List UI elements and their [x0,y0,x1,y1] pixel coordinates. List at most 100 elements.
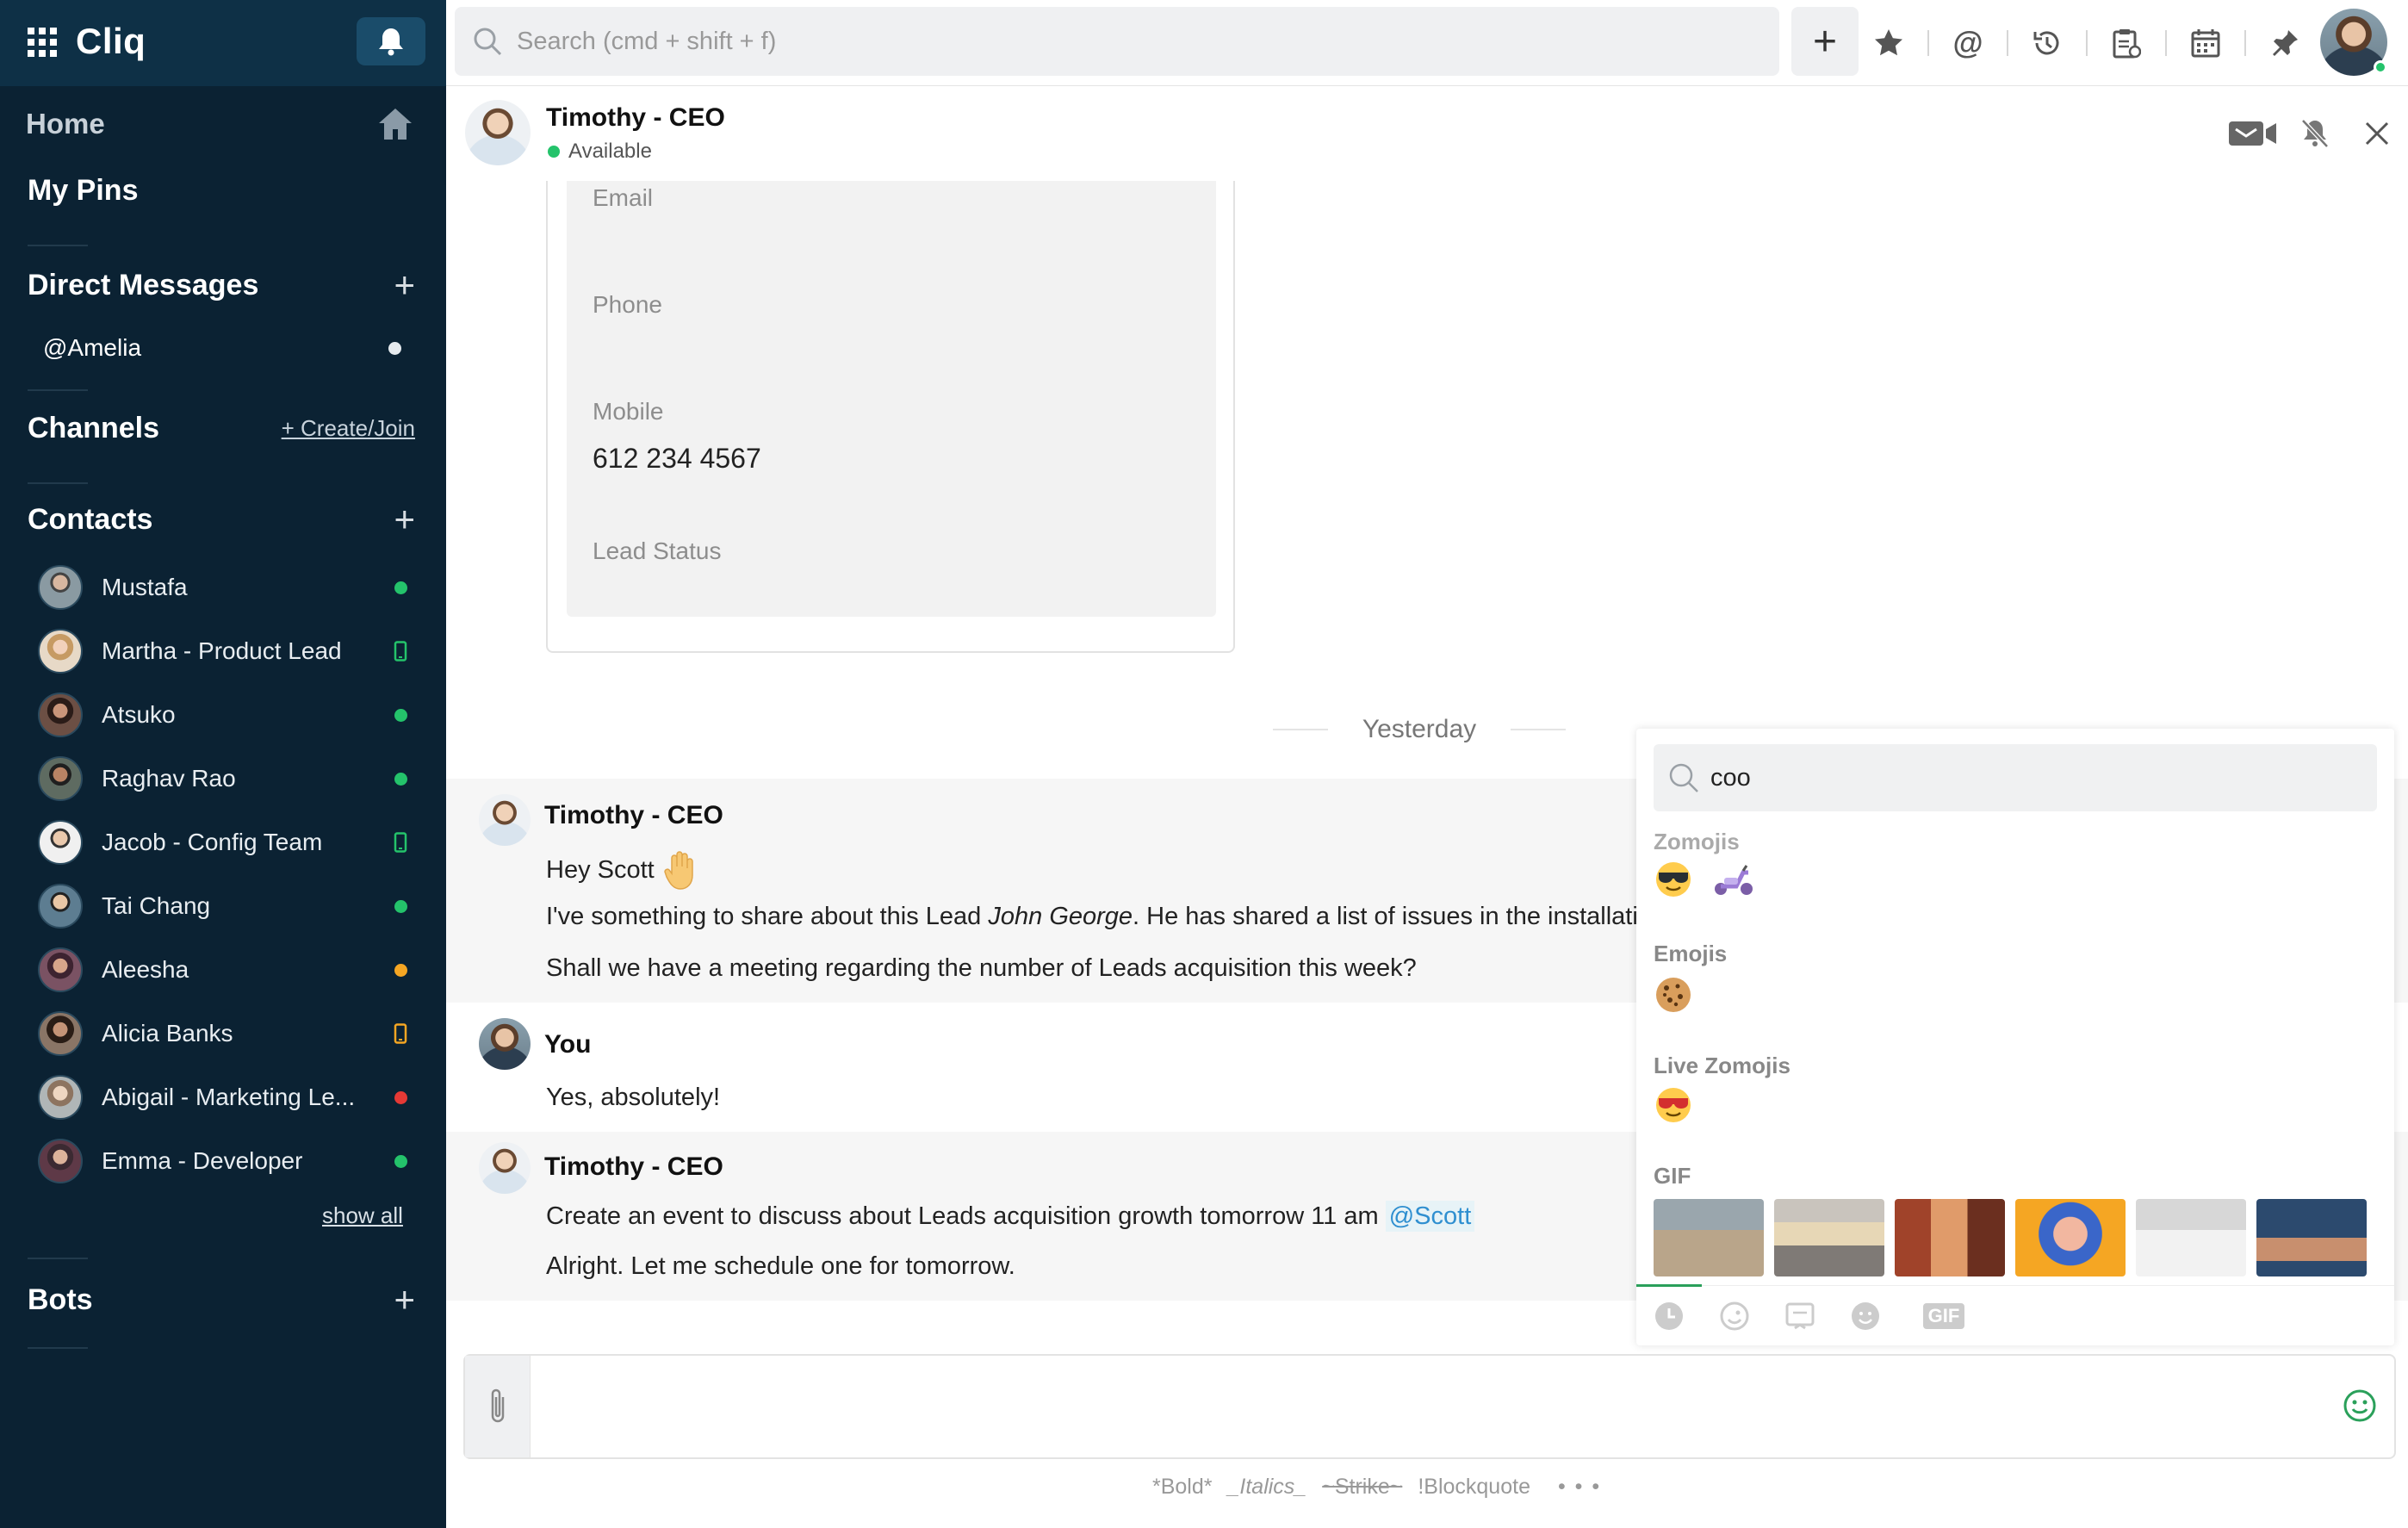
cool-face-zomoji-icon[interactable] [1650,856,1697,903]
add-contact-button[interactable]: + [394,501,415,537]
contact-item[interactable]: Tai Chang [38,882,413,930]
tab-stickers[interactable] [1774,1286,1826,1346]
mobile-status-icon [388,641,413,662]
message-composer[interactable] [463,1354,2396,1459]
add-bot-button[interactable]: + [394,1282,415,1318]
waving-hand-icon [663,849,701,891]
bots-title[interactable]: Bots [28,1283,93,1317]
message-avatar[interactable] [479,1142,531,1194]
global-search-input[interactable] [517,27,1722,56]
bell-muted-icon [2300,118,2330,149]
message-author[interactable]: You [544,1030,591,1059]
mentions-button[interactable]: @ [1929,17,2007,69]
lead-card-fields: Email Phone Mobile 612 234 4567 Lead Sta… [567,181,1216,617]
contact-item[interactable]: Aleesha [38,946,413,994]
tab-recent[interactable] [1643,1286,1695,1346]
contact-avatar [38,565,83,610]
search-icon [1667,761,1700,794]
app-name: Cliq [76,21,146,61]
sidebar: Cliq Home My Pins Direct Messages + @Ame… [0,0,446,1528]
message-author[interactable]: Timothy - CEO [544,801,723,830]
contact-item[interactable]: Mustafa [38,563,413,612]
contact-item[interactable]: Martha - Product Lead [38,627,413,675]
gif-thumbnail[interactable] [1774,1199,1884,1276]
global-search [455,7,1779,76]
status-dot [388,1090,413,1104]
mute-notifications-button[interactable] [2284,112,2346,155]
contact-item[interactable]: Jacob - Config Team [38,818,413,866]
video-call-button[interactable] [2222,112,2284,155]
create-join-channel-link[interactable]: + Create/Join [282,415,415,442]
nav-home[interactable]: Home [26,103,413,145]
direct-messages-header: Direct Messages + [28,264,415,307]
status-dot [388,772,413,786]
nav-my-pins[interactable]: My Pins [28,174,138,208]
gif-thumbnail[interactable] [2015,1199,2126,1276]
calendar-button[interactable] [2167,17,2244,69]
emoji-button[interactable] [2343,1388,2377,1423]
tasks-button[interactable] [2088,17,2165,69]
show-all-contacts-link[interactable]: show all [322,1202,403,1229]
contact-name: Atsuko [102,701,176,728]
tab-zomojis[interactable] [1709,1286,1760,1346]
contact-name: Tai Chang [102,892,211,919]
message-text: Create an event to discuss about Leads a… [546,1201,1475,1232]
channels-header: Channels + Create/Join [28,407,415,450]
close-chat-button[interactable] [2346,112,2408,155]
contact-item[interactable]: Alicia Banks [38,1009,413,1058]
apps-grid-icon[interactable] [28,28,57,57]
format-italics-hint[interactable]: _Italics_ [1228,1475,1307,1500]
message-avatar[interactable] [479,1018,531,1070]
lead-name-link[interactable]: John George [988,903,1133,930]
contact-item[interactable]: Atsuko [38,691,413,739]
notifications-button[interactable] [357,17,425,65]
gif-thumbnail[interactable] [2256,1199,2367,1276]
chat-title[interactable]: Timothy - CEO [546,103,725,133]
gif-thumbnail[interactable] [2136,1199,2246,1276]
contact-avatar [38,693,83,737]
chat-avatar[interactable] [465,100,531,165]
cool-face-live-zomoji-icon[interactable] [1650,1082,1697,1128]
dm-item-amelia[interactable]: @Amelia [43,334,413,362]
contact-avatar [38,947,83,992]
cookie-emoji-icon[interactable] [1650,972,1697,1018]
contact-avatar [38,756,83,801]
channels-title[interactable]: Channels [28,412,159,445]
contact-item[interactable]: Emma - Developer [38,1137,413,1185]
dm-item-label: @Amelia [43,334,142,361]
starred-button[interactable] [1850,17,1927,69]
contact-name: Alicia Banks [102,1020,233,1047]
new-chat-button[interactable]: + [1791,7,1859,76]
message-author[interactable]: Timothy - CEO [544,1152,723,1182]
message-text: Shall we have a meeting regarding the nu… [546,954,1417,982]
message-avatar[interactable] [479,794,531,846]
gif-thumbnail[interactable] [1654,1199,1764,1276]
format-blockquote-hint[interactable]: !Blockquote [1418,1475,1530,1500]
history-button[interactable] [2008,17,2086,69]
attach-button[interactable] [465,1356,531,1457]
tab-gif[interactable]: GIF [1914,1286,1974,1346]
format-bold-hint[interactable]: *Bold* [1152,1475,1213,1500]
direct-messages-title[interactable]: Direct Messages [28,269,258,302]
gif-thumbnail[interactable] [1895,1199,2005,1276]
close-icon [2364,121,2390,146]
tab-emojis[interactable] [1840,1286,1891,1346]
emoji-search-input[interactable] [1710,763,2330,792]
status-dot [388,581,413,594]
contact-item[interactable]: Raghav Rao [38,755,413,803]
pinned-button[interactable] [2246,17,2324,69]
mention-link[interactable]: @Scott [1385,1201,1475,1232]
star-icon [1873,28,1904,59]
scooter-zomoji-icon[interactable] [1710,856,1757,903]
contact-name: Raghav Rao [102,765,236,792]
add-direct-message-button[interactable]: + [394,267,415,303]
more-formatting-button[interactable]: • • • [1558,1475,1601,1500]
contact-item[interactable]: Abigail - Marketing Le... [38,1073,413,1121]
clipboard-icon [2112,28,2141,59]
contact-name: Jacob - Config Team [102,829,323,855]
separator-line [1510,729,1566,730]
field-value-mobile: 612 234 4567 [593,443,761,474]
format-strike-hint[interactable]: ~Strike~ [1322,1475,1402,1500]
contact-name: Mustafa [102,574,188,600]
contacts-title[interactable]: Contacts [28,503,152,537]
